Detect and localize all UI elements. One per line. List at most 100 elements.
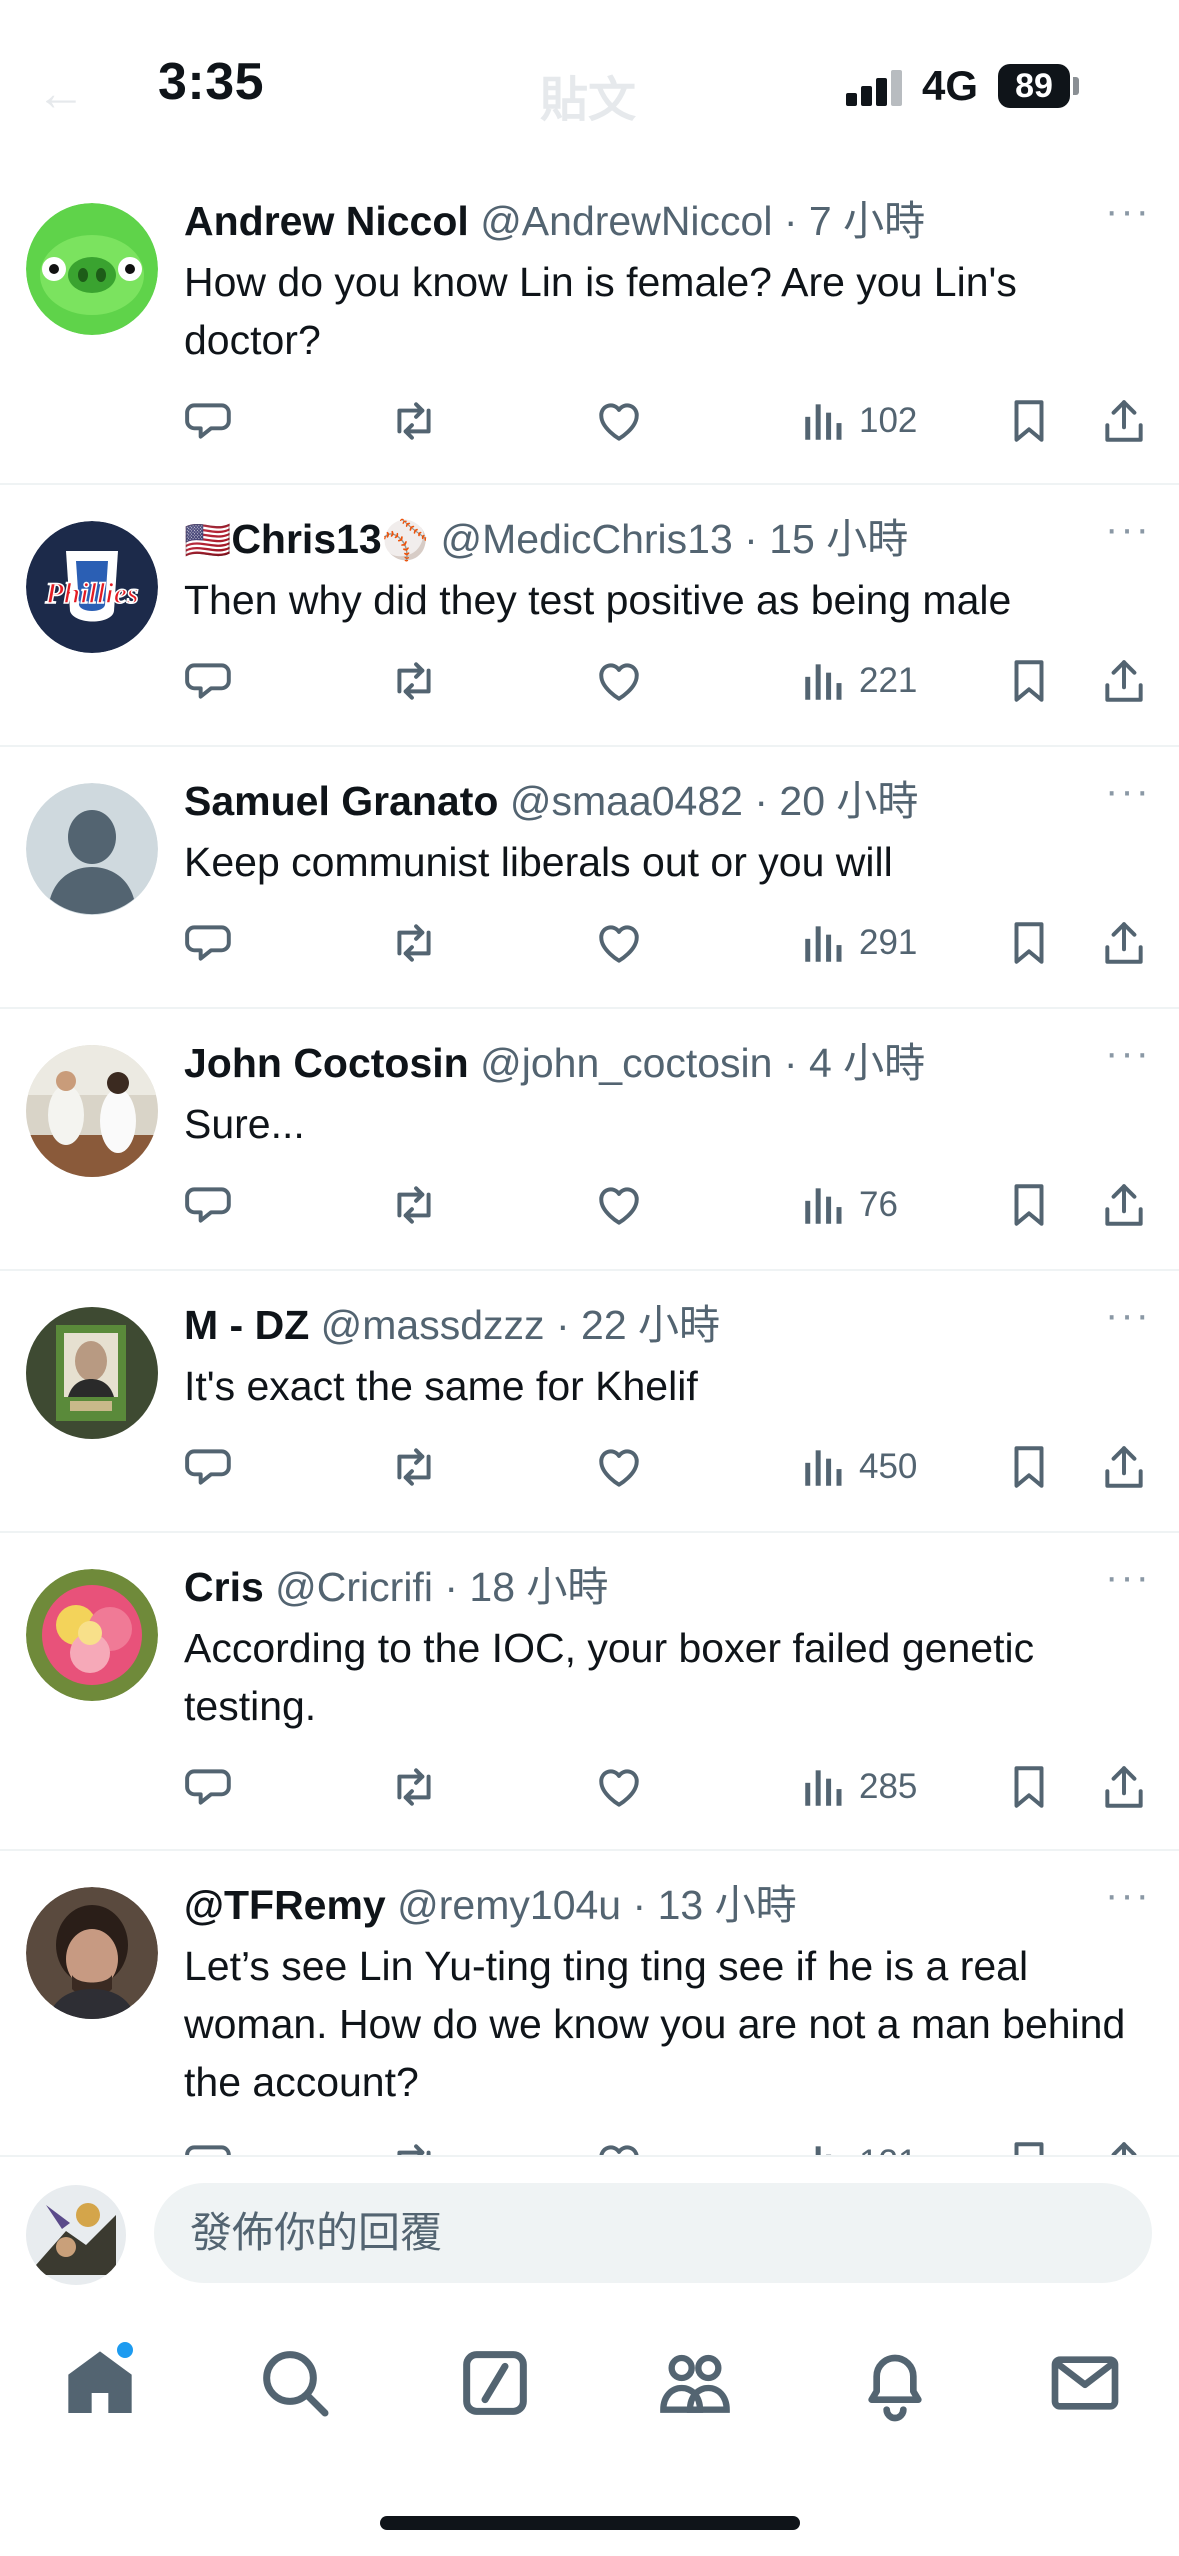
views-count: 285 <box>859 1767 918 1806</box>
user-handle[interactable]: @remy104u <box>397 1882 621 1928</box>
user-handle[interactable]: @MedicChris13 <box>440 516 732 562</box>
repost-icon[interactable] <box>389 391 439 451</box>
bookmark-icon[interactable] <box>1004 1175 1054 1235</box>
views-button[interactable]: 291 <box>799 913 917 973</box>
display-name[interactable]: M - DZ <box>184 1302 309 1348</box>
views-button[interactable]: 221 <box>799 651 917 711</box>
views-icon <box>805 926 842 962</box>
reply-item[interactable]: M - DZ @massdzzz · 22 小時 ··· It's exact … <box>0 1271 1179 1533</box>
like-icon[interactable] <box>594 913 644 973</box>
bookmark-icon[interactable] <box>1004 651 1054 711</box>
reply-icon[interactable] <box>184 1757 234 1817</box>
avatar[interactable] <box>26 1045 158 1177</box>
repost-icon[interactable] <box>389 2133 439 2155</box>
display-name[interactable]: @TFRemy <box>184 1882 386 1928</box>
repost-icon[interactable] <box>389 1175 439 1235</box>
reply-list[interactable]: Andrew Niccol @AndrewNiccol · 7 小時 ··· H… <box>0 167 1179 2155</box>
reply-icon[interactable] <box>184 391 234 451</box>
like-icon[interactable] <box>594 391 644 451</box>
avatar[interactable] <box>26 203 158 335</box>
share-icon[interactable] <box>1099 913 1149 973</box>
repost-icon[interactable] <box>389 1437 439 1497</box>
user-handle[interactable]: @Cricrifi <box>275 1564 433 1610</box>
avatar[interactable] <box>26 1307 158 1439</box>
like-icon[interactable] <box>594 651 644 711</box>
avatar[interactable] <box>26 1887 158 2019</box>
reply-time[interactable]: 15 小時 <box>769 516 908 562</box>
more-options-icon[interactable]: ··· <box>1105 771 1151 811</box>
messages-icon[interactable] <box>1045 2343 1125 2423</box>
back-arrow-icon[interactable]: ← <box>36 64 86 122</box>
reply-icon[interactable] <box>184 1175 234 1235</box>
reply-input[interactable] <box>154 2183 1152 2283</box>
views-icon <box>805 664 842 700</box>
repost-icon[interactable] <box>389 913 439 973</box>
reply-time[interactable]: 4 小時 <box>809 1040 925 1086</box>
like-icon[interactable] <box>594 1175 644 1235</box>
views-button[interactable]: 121 <box>799 2133 917 2155</box>
reply-item[interactable]: Cris @Cricrifi · 18 小時 ··· According to … <box>0 1533 1179 1851</box>
reply-time[interactable]: 7 小時 <box>809 198 925 244</box>
more-options-icon[interactable]: ··· <box>1105 509 1151 549</box>
reply-item[interactable]: Andrew Niccol @AndrewNiccol · 7 小時 ··· H… <box>0 167 1179 485</box>
avatar[interactable]: Phillies <box>26 521 158 653</box>
views-button[interactable]: 102 <box>799 391 917 451</box>
reply-item[interactable]: Phillies 🇺🇸Chris13⚾ @MedicChris13 · 15 小… <box>0 485 1179 747</box>
user-handle[interactable]: @john_coctosin <box>480 1040 772 1086</box>
search-icon[interactable] <box>255 2343 335 2423</box>
user-handle[interactable]: @smaa0482 <box>510 778 743 824</box>
reply-text: According to the IOC, your boxer failed … <box>184 1625 1035 1729</box>
repost-icon[interactable] <box>389 1757 439 1817</box>
notifications-icon[interactable] <box>855 2343 935 2423</box>
bookmark-icon[interactable] <box>1004 391 1054 451</box>
action-bar: 102 <box>184 391 1153 451</box>
share-icon[interactable] <box>1099 1437 1149 1497</box>
reply-icon[interactable] <box>184 1437 234 1497</box>
avatar[interactable] <box>26 783 158 915</box>
display-name[interactable]: Chris13 <box>231 516 381 562</box>
display-name[interactable]: John Coctosin <box>184 1040 469 1086</box>
reply-time[interactable]: 22 小時 <box>581 1302 720 1348</box>
share-icon[interactable] <box>1099 1175 1149 1235</box>
bookmark-icon[interactable] <box>1004 913 1054 973</box>
like-icon[interactable] <box>594 1437 644 1497</box>
display-name[interactable]: Cris <box>184 1564 264 1610</box>
communities-icon[interactable] <box>655 2343 735 2423</box>
views-button[interactable]: 76 <box>799 1175 898 1235</box>
reply-icon[interactable] <box>184 913 234 973</box>
display-name[interactable]: Andrew Niccol <box>184 198 469 244</box>
reply-text: Then why did they test positive as being… <box>184 577 1012 623</box>
reply-item[interactable]: Samuel Granato @smaa0482 · 20 小時 ··· Kee… <box>0 747 1179 1009</box>
share-icon[interactable] <box>1099 2133 1149 2155</box>
more-options-icon[interactable]: ··· <box>1105 1295 1151 1335</box>
user-handle[interactable]: @AndrewNiccol <box>480 198 772 244</box>
reply-item[interactable]: @TFRemy @remy104u · 13 小時 ··· Let’s see … <box>0 1851 1179 2155</box>
user-handle[interactable]: @massdzzz <box>321 1302 545 1348</box>
more-options-icon[interactable]: ··· <box>1105 1875 1151 1915</box>
views-button[interactable]: 285 <box>799 1757 917 1817</box>
more-options-icon[interactable]: ··· <box>1105 1557 1151 1597</box>
bookmark-icon[interactable] <box>1004 2133 1054 2155</box>
repost-icon[interactable] <box>389 651 439 711</box>
bookmark-icon[interactable] <box>1004 1757 1054 1817</box>
share-icon[interactable] <box>1099 391 1149 451</box>
share-icon[interactable] <box>1099 651 1149 711</box>
reply-time[interactable]: 13 小時 <box>658 1882 797 1928</box>
my-avatar[interactable] <box>26 2185 126 2285</box>
like-icon[interactable] <box>594 1757 644 1817</box>
reply-icon[interactable] <box>184 2133 234 2155</box>
more-options-icon[interactable]: ··· <box>1105 191 1151 231</box>
reply-item[interactable]: John Coctosin @john_coctosin · 4 小時 ··· … <box>0 1009 1179 1271</box>
more-options-icon[interactable]: ··· <box>1105 1033 1151 1073</box>
avatar[interactable] <box>26 1569 158 1701</box>
like-icon[interactable] <box>594 2133 644 2155</box>
display-name[interactable]: Samuel Granato <box>184 778 498 824</box>
share-icon[interactable] <box>1099 1757 1149 1817</box>
reply-time[interactable]: 18 小時 <box>469 1564 608 1610</box>
reply-time[interactable]: 20 小時 <box>779 778 918 824</box>
views-button[interactable]: 450 <box>799 1437 917 1497</box>
bookmark-icon[interactable] <box>1004 1437 1054 1497</box>
separator-dot: · <box>783 198 798 244</box>
reply-icon[interactable] <box>184 651 234 711</box>
grok-icon[interactable] <box>455 2343 535 2423</box>
